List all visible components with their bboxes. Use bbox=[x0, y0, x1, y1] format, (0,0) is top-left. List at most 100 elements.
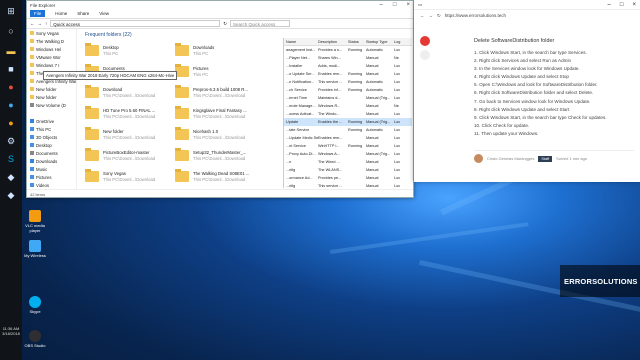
author-name[interactable]: Cristo Genesis Marangges bbox=[487, 156, 534, 161]
nav-item[interactable]: VMware Wor bbox=[27, 53, 76, 61]
nav-item[interactable]: New Volume (D bbox=[27, 101, 76, 109]
minimize-icon[interactable]: – bbox=[380, 2, 383, 8]
service-row[interactable]: ...nt Service WinHTTP i... Running Manual Lo… bbox=[284, 142, 412, 150]
nav-item[interactable]: Desktop bbox=[27, 141, 76, 149]
service-row[interactable]: ...Update Medic Se... Enables rem... Manua… bbox=[284, 134, 412, 142]
service-cell: ...n Notification... bbox=[286, 80, 315, 84]
tab-share[interactable]: Share bbox=[77, 11, 89, 16]
refresh-icon[interactable]: ↻ bbox=[223, 21, 227, 27]
service-row[interactable]: ...n Notification... This service ... Runn… bbox=[284, 78, 412, 86]
store-icon[interactable]: ■ bbox=[3, 62, 19, 76]
app-icon[interactable]: ● bbox=[3, 80, 19, 94]
folder-item[interactable]: Desktop This PC bbox=[85, 43, 160, 63]
service-row[interactable]: ...mote Manage... Windows R... Manual Ne bbox=[284, 102, 412, 110]
service-row[interactable]: ...ormance Ad... Provides pe... Manual Loc bbox=[284, 174, 412, 182]
column-header[interactable]: Startup Type bbox=[366, 40, 394, 44]
close-icon[interactable]: × bbox=[406, 2, 410, 8]
forward-arrow-icon[interactable]: → bbox=[429, 13, 434, 18]
nav-item[interactable]: New folder bbox=[27, 85, 76, 93]
service-row[interactable]: ...Player Net... Shares Win... Manual Ne bbox=[284, 54, 412, 62]
app-icon[interactable]: ● bbox=[3, 116, 19, 130]
start-icon[interactable]: ⊞ bbox=[3, 4, 19, 18]
nav-item[interactable]: This PC bbox=[27, 125, 76, 133]
nav-item[interactable]: The Walking D bbox=[27, 37, 76, 45]
service-row[interactable]: anagement Inst... Provides a s... Running A… bbox=[284, 46, 412, 54]
desktop-icon-obs[interactable]: OBS Studio bbox=[22, 330, 48, 348]
folder-item[interactable]: PictureBoxEditor-master This PC\Downl...\… bbox=[85, 148, 160, 168]
tab-home[interactable]: Home bbox=[55, 11, 67, 16]
column-header[interactable]: Log bbox=[394, 40, 412, 44]
refresh-icon[interactable]: ↻ bbox=[437, 13, 441, 19]
maximize-icon[interactable]: □ bbox=[393, 2, 397, 8]
service-row[interactable]: ...nfig This service ... Manual Loc bbox=[284, 182, 412, 188]
nav-item[interactable]: Videos bbox=[27, 181, 76, 189]
tab-icon[interactable]: ▭ bbox=[418, 2, 422, 8]
folder-item[interactable]: Nicehash 1.0 This PC\Downl...\Download bbox=[175, 127, 250, 147]
service-row[interactable]: Update Enables the ... Running Manual (Trig… bbox=[284, 118, 412, 126]
service-cell: Running bbox=[348, 88, 363, 92]
back-arrow-icon[interactable]: ← bbox=[30, 21, 35, 26]
app-icon[interactable]: ● bbox=[3, 98, 19, 112]
desktop-icon-skype[interactable]: Skype bbox=[22, 296, 48, 314]
service-row[interactable]: ...nfig The WLANS... Manual Loc bbox=[284, 166, 412, 174]
service-row[interactable]: ...tate Service Running Automatic Loc bbox=[284, 126, 412, 134]
service-cell: This service ... bbox=[318, 184, 343, 188]
folder-item[interactable]: Download This PC\Downl...\Download bbox=[85, 85, 160, 105]
address-bar[interactable]: Quick access bbox=[50, 20, 221, 27]
tab-view[interactable]: View bbox=[99, 11, 109, 16]
file-explorer-icon[interactable]: ▬ bbox=[3, 44, 19, 58]
search-icon[interactable]: ○ bbox=[3, 24, 19, 38]
app-icon[interactable]: ◆ bbox=[3, 188, 19, 202]
nav-item[interactable] bbox=[27, 109, 76, 117]
forward-arrow-icon[interactable]: → bbox=[38, 21, 43, 26]
column-header[interactable]: Description bbox=[318, 40, 348, 44]
close-icon[interactable]: × bbox=[632, 2, 636, 8]
up-arrow-icon[interactable]: ↑ bbox=[45, 21, 47, 26]
folder-item[interactable]: Downloads This PC bbox=[175, 43, 250, 63]
desktop-icon-vlc[interactable]: VLC media player bbox=[22, 210, 48, 233]
folder-item[interactable]: Pictures This PC bbox=[175, 64, 250, 84]
nav-item[interactable]: Pictures bbox=[27, 173, 76, 181]
settings-icon[interactable]: ⚙ bbox=[3, 134, 19, 148]
minimize-icon[interactable]: – bbox=[608, 2, 611, 8]
side-button[interactable] bbox=[420, 50, 430, 60]
frequent-folders-header[interactable]: Frequent folders (22) bbox=[85, 32, 132, 38]
column-header[interactable]: Name bbox=[284, 40, 318, 44]
folder-item[interactable]: Sony Vegas This PC\Downl...\Download bbox=[85, 169, 160, 189]
nav-item[interactable]: Documents bbox=[27, 149, 76, 157]
nav-item[interactable]: Windows 7 I bbox=[27, 61, 76, 69]
service-row[interactable]: ...Proxy Auto-Di... Windows A... Manual (T… bbox=[284, 150, 412, 158]
folder-item[interactable]: Setup32_ThunderMaster_... This PC\Downl..… bbox=[175, 148, 250, 168]
nav-item[interactable]: 3D Objects bbox=[27, 133, 76, 141]
folder-icon bbox=[30, 63, 34, 67]
folder-item[interactable]: Prepros-6.3.5 build 1008 R... This PC\Dow… bbox=[175, 85, 250, 105]
app-icon[interactable]: ◆ bbox=[3, 170, 19, 184]
nav-item[interactable]: Sony Vegas bbox=[27, 29, 76, 37]
folder-item[interactable]: New folder This PC\Downl...\Download bbox=[85, 127, 160, 147]
search-input[interactable]: Search Quick access bbox=[230, 20, 291, 27]
service-cell: ...nfig bbox=[286, 168, 296, 172]
folder-item[interactable]: Kingsglaive Final Fantasy ... This PC\Dow… bbox=[175, 106, 250, 126]
nav-item[interactable]: Music bbox=[27, 165, 76, 173]
record-icon[interactable] bbox=[420, 36, 430, 46]
skype-taskbar-icon[interactable]: S bbox=[3, 152, 19, 166]
service-row[interactable]: ...ocess Activat... The Windo... Manual Loc bbox=[284, 110, 412, 118]
nav-item[interactable]: OneDrive bbox=[27, 117, 76, 125]
desktop-icon-wireless[interactable]: My Wireless bbox=[22, 240, 48, 258]
folder-item[interactable]: HD Tune Pro 5.60 FINAL ... This PC\Downl.… bbox=[85, 106, 160, 126]
service-row[interactable]: ...ernet Time Maintains d... Manual (Trig.… bbox=[284, 94, 412, 102]
service-row[interactable]: ...ch Service Provides inf... Running Autom… bbox=[284, 86, 412, 94]
tab-file[interactable]: File bbox=[30, 10, 46, 17]
nav-item[interactable]: Downloads bbox=[27, 157, 76, 165]
folder-item[interactable]: The Walking Dead S08E01 ... This PC\Downl… bbox=[175, 169, 250, 189]
taskbar-clock[interactable]: 11:36 AM 3/18/2018 bbox=[0, 326, 22, 336]
service-row[interactable]: ...Installer Adds, modi... Manual Loc bbox=[284, 62, 412, 70]
nav-item[interactable]: New folder bbox=[27, 93, 76, 101]
back-arrow-icon[interactable]: ← bbox=[420, 13, 425, 18]
service-row[interactable]: ...o Update Ser... Enables rem... Running M… bbox=[284, 70, 412, 78]
url-bar[interactable]: https://www.errorsolutions.tech bbox=[445, 13, 506, 18]
maximize-icon[interactable]: □ bbox=[620, 2, 624, 8]
column-header[interactable]: Status bbox=[348, 40, 366, 44]
nav-item[interactable]: Windows Hel bbox=[27, 45, 76, 53]
service-row[interactable]: ...n The Wired ... Manual Loc bbox=[284, 158, 412, 166]
